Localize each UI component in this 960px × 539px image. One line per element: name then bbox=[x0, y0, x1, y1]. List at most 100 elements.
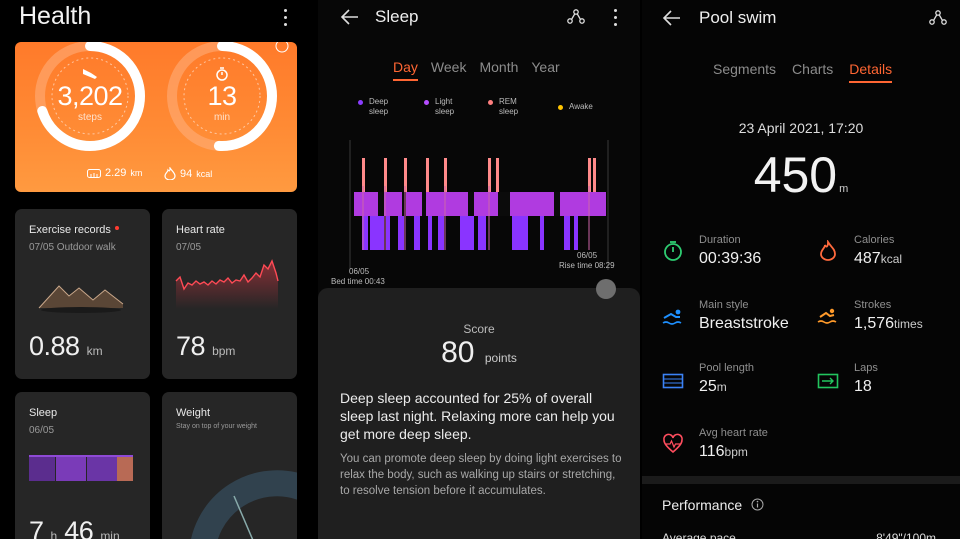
exercise-distance-value: 0.88 bbox=[29, 331, 80, 361]
pool-length-icon bbox=[662, 373, 684, 389]
weight-subtitle: Stay on top of your weight bbox=[176, 423, 257, 430]
share-icon[interactable] bbox=[566, 8, 586, 26]
distance-unit: km bbox=[130, 168, 143, 178]
exercise-title: Exercise records bbox=[29, 224, 111, 236]
strokes-label: Strokes bbox=[854, 299, 892, 311]
laps-metric: Laps 18 bbox=[854, 362, 878, 396]
sleep-minutes-unit: min bbox=[100, 529, 120, 539]
performance-label: Performance bbox=[662, 497, 743, 513]
pool-length-label: Pool length bbox=[699, 362, 755, 374]
swim-distance: 450 bbox=[753, 147, 838, 203]
flame-icon bbox=[820, 240, 836, 261]
distance-stat: 2.29 km bbox=[87, 167, 142, 179]
heart-rate-icon bbox=[663, 433, 683, 454]
swim-distance-unit: m bbox=[839, 183, 849, 195]
strokes-value: 1,576 bbox=[854, 315, 895, 332]
rise-date: 06/05 bbox=[577, 251, 598, 260]
legend-light-sleep: Light sleep bbox=[424, 97, 454, 117]
tab-day[interactable]: Day bbox=[393, 59, 418, 81]
avg-heart-rate-label: Avg heart rate bbox=[699, 427, 768, 439]
avg-heart-rate-metric: Avg heart rate 116bpm bbox=[699, 427, 768, 461]
duration-value: 00:39:36 bbox=[699, 250, 762, 267]
deep-sleep-advice: You can promote deep sleep by doing ligh… bbox=[340, 453, 622, 497]
tab-charts[interactable]: Charts bbox=[792, 61, 833, 83]
stopwatch-icon bbox=[664, 241, 682, 261]
sleep-stages-bar bbox=[29, 455, 133, 481]
avg-heart-rate-unit: bpm bbox=[724, 445, 748, 459]
heart-rate-value: 78 bbox=[176, 331, 206, 361]
tab-month[interactable]: Month bbox=[479, 59, 518, 81]
more-options-icon[interactable] bbox=[612, 9, 618, 26]
light-sleep-segments bbox=[354, 192, 606, 216]
swim-tabs: Segments Charts Details bbox=[713, 61, 892, 83]
pool-swim-title: Pool swim bbox=[699, 8, 777, 27]
tab-segments[interactable]: Segments bbox=[713, 61, 776, 83]
sleep-card[interactable]: Sleep 06/05 7 h 46 min bbox=[15, 392, 150, 539]
strokes-icon bbox=[817, 308, 837, 324]
main-style-metric: Main style Breaststroke bbox=[699, 299, 789, 333]
legend-light-dot bbox=[424, 100, 429, 105]
tab-year[interactable]: Year bbox=[531, 59, 559, 81]
notification-dot bbox=[114, 226, 119, 230]
exercise-subtitle: 07/05 Outdoor walk bbox=[29, 242, 116, 253]
exercise-distance-unit: km bbox=[86, 344, 103, 358]
shoe-icon bbox=[83, 69, 97, 79]
chart-scrubber-handle[interactable] bbox=[596, 279, 616, 299]
calories-stat: 94 kcal bbox=[164, 167, 212, 180]
section-divider bbox=[642, 476, 960, 484]
laps-value: 18 bbox=[854, 378, 872, 395]
exercise-records-card[interactable]: Exercise records 07/05 Outdoor walk 0.88… bbox=[15, 209, 150, 379]
legend-deep-sleep: Deep sleep bbox=[358, 97, 388, 117]
minutes-unit: min bbox=[213, 112, 231, 123]
duration-label: Duration bbox=[699, 234, 741, 246]
health-panel: Health 3,202 steps 13 min 2.29 km 94 kca… bbox=[0, 0, 314, 539]
heart-rate-card[interactable]: Heart rate 07/05 78 bpm bbox=[162, 209, 297, 379]
sleep-panel: Sleep Day Week Month Year Deep sleep Lig… bbox=[318, 0, 640, 539]
weight-title: Weight bbox=[176, 407, 211, 419]
rise-time: Rise time 08:29 bbox=[559, 261, 615, 270]
sleep-subtitle: 06/05 bbox=[29, 425, 55, 436]
weight-card[interactable]: Weight Stay on top of your weight bbox=[162, 392, 297, 539]
calories-unit: kcal bbox=[196, 168, 213, 179]
bed-time: Bed time 00:43 bbox=[331, 277, 385, 286]
sleep-score-card: Score 80 points Deep sleep accounted for… bbox=[318, 288, 640, 539]
deep-sleep-summary: Deep sleep accounted for 25% of overall … bbox=[340, 390, 615, 442]
minutes-value: 13 bbox=[207, 81, 237, 111]
average-pace-value: 8'49"/100m bbox=[876, 531, 936, 539]
swimmer-icon bbox=[662, 309, 682, 325]
rem-segments bbox=[362, 158, 596, 192]
share-icon[interactable] bbox=[928, 9, 948, 27]
laps-label: Laps bbox=[854, 362, 878, 374]
bed-date: 06/05 bbox=[349, 267, 370, 276]
back-arrow-icon[interactable] bbox=[340, 8, 360, 26]
calories-label: Calories bbox=[854, 234, 895, 246]
weight-gauge bbox=[191, 470, 297, 539]
legend-awake: Awake bbox=[558, 102, 593, 112]
calories-value: 94 bbox=[180, 167, 193, 180]
main-style-label: Main style bbox=[699, 299, 749, 311]
distance-value: 2.29 bbox=[105, 167, 127, 179]
back-arrow-icon[interactable] bbox=[662, 9, 682, 27]
heart-rate-unit: bpm bbox=[212, 344, 236, 358]
main-style-value: Breaststroke bbox=[699, 315, 789, 332]
score-unit: points bbox=[484, 351, 517, 365]
legend-awake-dot bbox=[558, 105, 563, 110]
distance-icon bbox=[87, 168, 101, 178]
sleep-page-title: Sleep bbox=[375, 7, 419, 26]
tab-week[interactable]: Week bbox=[431, 59, 467, 81]
laps-icon bbox=[817, 373, 839, 389]
mountain-route-icon bbox=[38, 285, 124, 313]
deep-sleep-segments bbox=[362, 216, 578, 250]
pool-length-metric: Pool length 25m bbox=[699, 362, 754, 396]
activity-rings-card[interactable]: 3,202 steps 13 min 2.29 km 94 kcal bbox=[15, 42, 297, 192]
legend-deep-dot bbox=[358, 100, 363, 105]
info-icon[interactable] bbox=[751, 498, 764, 511]
legend-rem-dot bbox=[488, 100, 493, 105]
pool-length-value: 25 bbox=[699, 378, 717, 395]
flame-icon bbox=[164, 167, 176, 180]
sleep-hours-unit: h bbox=[50, 529, 58, 539]
tab-details[interactable]: Details bbox=[849, 61, 892, 83]
score-value: 80 bbox=[441, 336, 475, 369]
page-title: Health bbox=[19, 2, 92, 30]
more-options-icon[interactable] bbox=[282, 9, 288, 26]
